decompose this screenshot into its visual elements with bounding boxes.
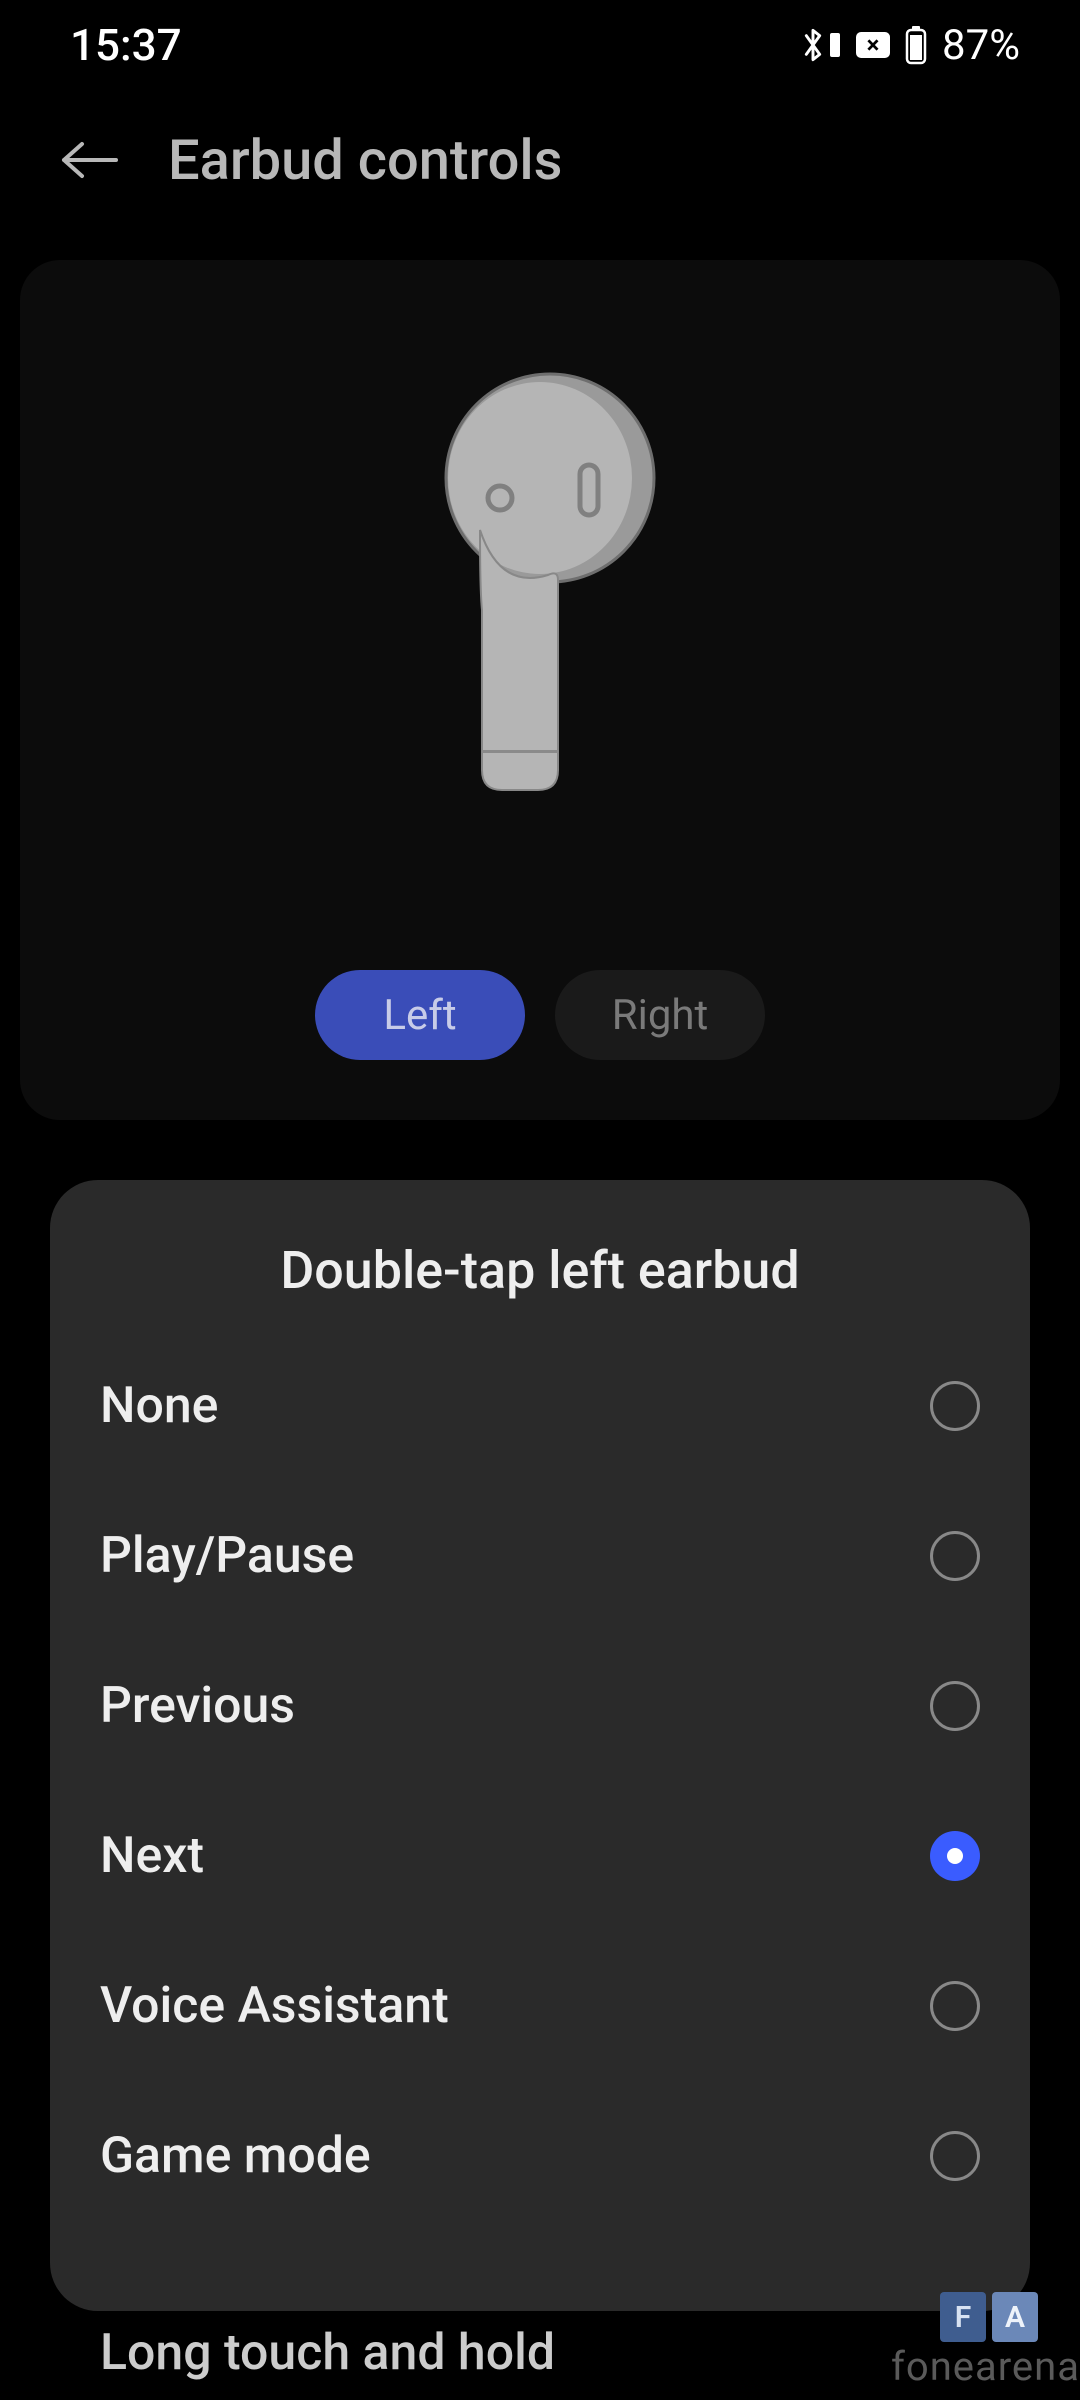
option-play-pause[interactable]: Play/Pause [100,1481,980,1631]
watermark-text: fonearena [891,2343,1080,2390]
status-time: 15:37 [70,19,182,71]
earbud-illustration [390,370,690,800]
watermark-a: A [992,2292,1038,2342]
radio-unselected-icon [930,1381,980,1431]
tab-right[interactable]: Right [555,970,765,1060]
status-bar: 15:37 87% [0,0,1080,90]
back-button[interactable] [60,130,120,190]
radio-unselected-icon [930,1681,980,1731]
page-title: Earbud controls [168,127,563,193]
option-label: Previous [100,1677,295,1735]
earbud-card: Left Right [20,260,1060,1120]
status-right: 87% [796,21,1020,70]
data-saver-icon [856,32,890,58]
radio-selected-icon [930,1831,980,1881]
bluetooth-icon [796,25,842,65]
earbud-side-tabs: Left Right [315,970,765,1060]
tab-right-label: Right [612,991,709,1040]
radio-unselected-icon [930,1531,980,1581]
app-header: Earbud controls [0,90,1080,230]
tab-left-label: Left [383,991,456,1040]
option-previous[interactable]: Previous [100,1631,980,1781]
option-label: None [100,1377,218,1435]
option-label: Voice Assistant [100,1977,449,2035]
sheet-title: Double-tap left earbud [100,1240,980,1301]
watermark-f: F [940,2292,986,2342]
tab-left[interactable]: Left [315,970,525,1060]
option-game-mode[interactable]: Game mode [100,2081,980,2231]
section-long-touch: Long touch and hold [100,2324,555,2382]
battery-percentage: 87% [942,21,1020,70]
action-sheet: Double-tap left earbud None Play/Pause P… [50,1180,1030,2311]
option-label: Next [100,1827,204,1885]
option-none[interactable]: None [100,1331,980,1481]
option-next[interactable]: Next [100,1781,980,1931]
radio-unselected-icon [930,2131,980,2181]
option-label: Game mode [100,2127,371,2185]
option-voice-assistant[interactable]: Voice Assistant [100,1931,980,2081]
radio-unselected-icon [930,1981,980,2031]
battery-icon [904,25,928,65]
option-label: Play/Pause [100,1527,354,1585]
watermark-badge: F A [940,2292,1038,2342]
